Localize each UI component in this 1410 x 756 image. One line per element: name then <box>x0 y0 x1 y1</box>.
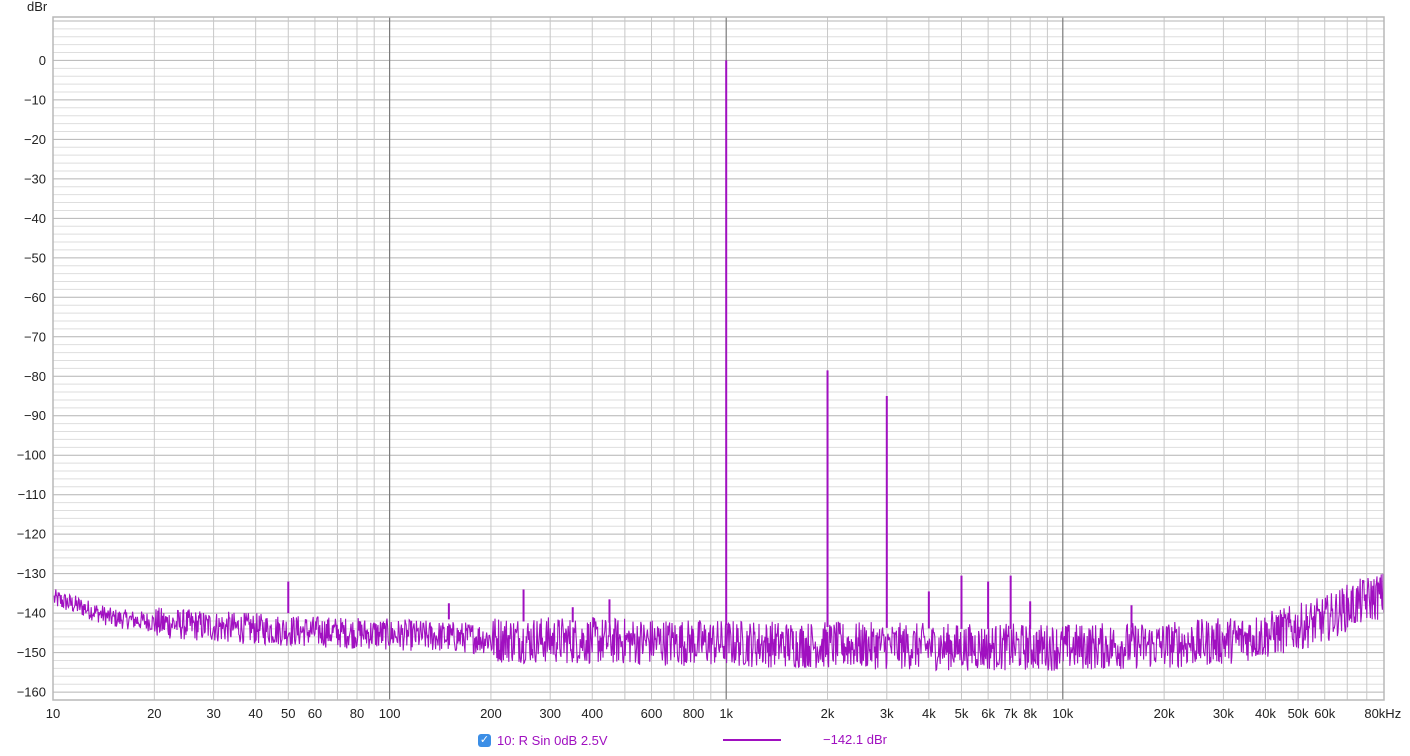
x-tick-label: 6k <box>981 706 995 721</box>
y-tick-label: −30 <box>24 171 46 186</box>
y-tick-label: −80 <box>24 369 46 384</box>
y-tick-label: −110 <box>18 487 46 502</box>
x-tick-label: 40 <box>248 706 262 721</box>
spectrum-chart: 0 −10 −20 −30 −40 −50 −60 −70 −80 −90 −100 −110 −120… <box>17 0 1402 721</box>
legend: ✓ 10: R Sin 0dB 2.5V −142.1 dBr <box>478 731 887 749</box>
x-tick-label: 600 <box>641 706 663 721</box>
y-tick-label: −120 <box>17 527 46 542</box>
x-tick-label: 3k <box>880 706 894 721</box>
y-tick-label: −10 <box>24 92 46 107</box>
x-tick-label: 20k <box>1154 706 1175 721</box>
x-tick-label: 30k <box>1213 706 1234 721</box>
series-checkbox[interactable]: ✓ <box>478 733 491 747</box>
x-tick-label: 800 <box>683 706 705 721</box>
grid-minor <box>52 17 1385 701</box>
x-tick-label: 7k <box>1004 706 1018 721</box>
x-tick-label: 20 <box>147 706 161 721</box>
y-tick-label: −50 <box>24 250 46 265</box>
y-tick-label: −100 <box>17 448 46 463</box>
legend-line-swatch <box>723 739 781 741</box>
y-axis-label: dBr <box>27 0 48 14</box>
series-noise-trace <box>53 573 1385 672</box>
x-tick-label: 50k <box>1288 706 1309 721</box>
x-tick-label: 400 <box>581 706 603 721</box>
legend-series-name: 10: R Sin 0dB 2.5V <box>497 732 608 748</box>
y-tick-label: −60 <box>24 290 46 305</box>
x-tick-label: 60 <box>308 706 322 721</box>
x-tick-label: 8k <box>1023 706 1037 721</box>
x-tick-label: 30 <box>206 706 220 721</box>
y-tick-label: −40 <box>24 211 46 226</box>
x-tick-label: 50 <box>281 706 295 721</box>
y-tick-label: −20 <box>24 132 46 147</box>
y-tick-label: −130 <box>17 566 46 581</box>
y-tick-label: 0 <box>39 53 46 68</box>
x-tick-label: 80kHz <box>1364 706 1401 721</box>
y-tick-label: −90 <box>24 408 46 423</box>
x-tick-label: 300 <box>539 706 561 721</box>
x-tick-label: 80 <box>350 706 364 721</box>
x-tick-label: 200 <box>480 706 502 721</box>
legend-readout-value: −142.1 dBr <box>823 732 887 747</box>
x-tick-label: 40k <box>1255 706 1276 721</box>
x-tick-label: 10 <box>46 706 60 721</box>
x-tick-label: 60k <box>1314 706 1335 721</box>
series-layer <box>53 60 1385 672</box>
x-tick-label: 5k <box>955 706 969 721</box>
y-tick-label: −160 <box>17 685 46 700</box>
x-tick-label: 1k <box>719 706 733 721</box>
x-tick-label: 10k <box>1052 706 1073 721</box>
y-tick-label: −140 <box>17 606 46 621</box>
y-tick-labels: 0 −10 −20 −30 −40 −50 −60 −70 −80 −90 −100 −110 −120… <box>17 53 46 700</box>
y-tick-label: −70 <box>24 329 46 344</box>
x-tick-label: 100 <box>379 706 401 721</box>
x-tick-labels: 10 20 30 40 50 60 80 100 200 300 400 600 800 1k 2k 3k 4k… <box>46 706 1401 721</box>
x-tick-label: 2k <box>821 706 835 721</box>
x-tick-label: 4k <box>922 706 936 721</box>
y-tick-label: −150 <box>17 645 46 660</box>
